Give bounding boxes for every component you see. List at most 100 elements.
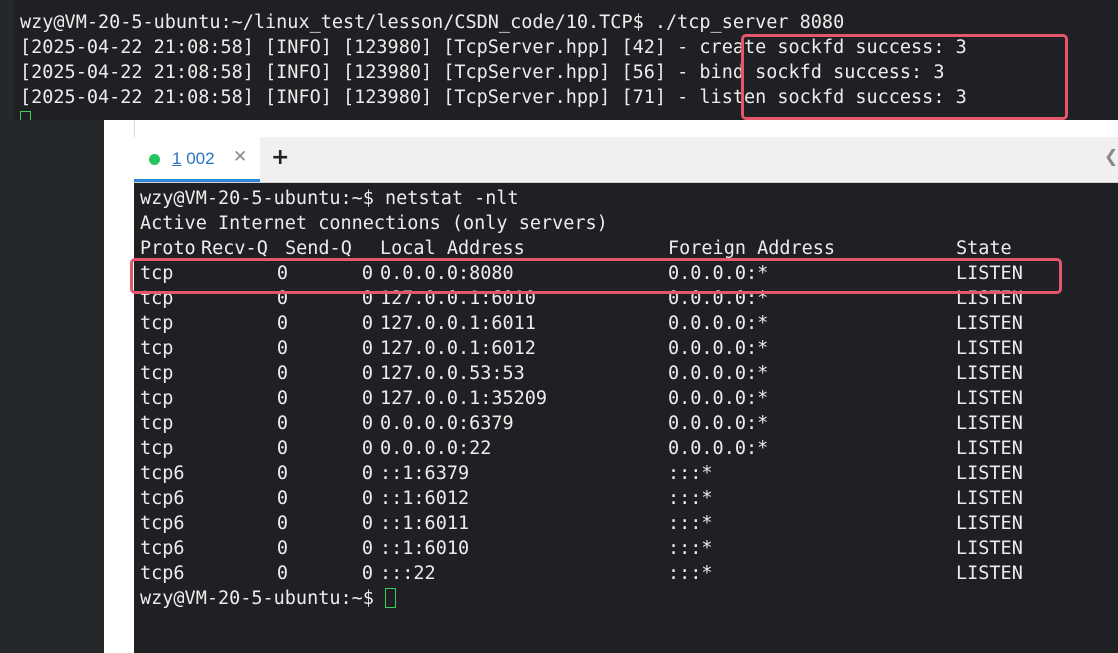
cell-foreign: :::*	[668, 538, 713, 559]
cell-recvq: 0	[276, 363, 288, 384]
cell-foreign: 0.0.0.0:*	[668, 438, 769, 459]
cell-state: LISTEN	[956, 538, 1023, 559]
cell-local: ::1:6011	[380, 513, 470, 534]
cell-state: LISTEN	[956, 413, 1023, 434]
table-row: tcp6 0 0::1:6379:::* LISTEN	[140, 461, 1110, 486]
plus-icon[interactable]: +	[271, 145, 289, 170]
cell-proto: tcp6	[140, 563, 185, 584]
cell-recvq: 0	[276, 513, 288, 534]
cell-proto: tcp	[140, 338, 174, 359]
cell-state: LISTEN	[956, 363, 1023, 384]
cell-proto: tcp	[140, 388, 174, 409]
cell-recvq: 0	[276, 488, 288, 509]
cell-sendq: 0	[361, 538, 373, 559]
cell-foreign: 0.0.0.0:*	[668, 363, 769, 384]
cell-local: 0.0.0.0:22	[380, 438, 492, 459]
cell-recvq: 0	[276, 438, 288, 459]
table-row: tcp6 0 0::1:6012:::* LISTEN	[140, 486, 1110, 511]
cell-recvq: 0	[276, 313, 288, 334]
table-row: tcp6 0 0::1:6011:::* LISTEN	[140, 511, 1110, 536]
log-prefix: [2025-04-22 21:08:58] [INFO] [123980] [T…	[20, 62, 700, 83]
cell-foreign: :::*	[668, 513, 713, 534]
client-terminal-window[interactable]: 1 002 ✕ + ❮ wzy@VM-20-5-ubuntu:~$ netsta…	[134, 137, 1118, 653]
cell-sendq: 0	[361, 563, 373, 584]
table-row: tcp6 0 0::1:6010:::* LISTEN	[140, 536, 1110, 561]
table-row: tcp6 0 0:::22:::* LISTEN	[140, 561, 1110, 586]
close-icon[interactable]: ✕	[233, 147, 247, 167]
cell-state: LISTEN	[956, 313, 1023, 334]
cell-sendq: 0	[361, 363, 373, 384]
cell-foreign: 0.0.0.0:*	[668, 313, 769, 334]
cell-state: LISTEN	[956, 388, 1023, 409]
tab-bar: 1 002 ✕ + ❮	[134, 137, 1118, 183]
cell-proto: tcp6	[140, 488, 185, 509]
tab-label: 1 002	[172, 149, 215, 169]
cell-sendq: 0	[361, 513, 373, 534]
command-line: wzy@VM-20-5-ubuntu:~$ netstat -nlt	[140, 188, 519, 209]
cell-foreign: :::*	[668, 563, 713, 584]
final-prompt-line: wzy@VM-20-5-ubuntu:~$	[140, 586, 396, 611]
cell-recvq: 0	[276, 463, 288, 484]
cell-sendq: 0	[361, 438, 373, 459]
cell-sendq: 0	[361, 413, 373, 434]
terminal-body[interactable]: wzy@VM-20-5-ubuntu:~$ netstat -nlt Activ…	[134, 183, 1118, 653]
cell-local: ::1:6010	[380, 538, 470, 559]
cell-proto: tcp6	[140, 463, 185, 484]
cell-proto: tcp	[140, 413, 174, 434]
window-gutter	[104, 120, 135, 653]
terminal-cursor	[20, 111, 31, 120]
cell-sendq: 0	[361, 488, 373, 509]
cell-recvq: 0	[276, 338, 288, 359]
table-row: tcp 0 0 127.0.0.53:53 0.0.0.0:* LISTEN	[140, 361, 1110, 386]
tab-title: 002	[181, 149, 215, 168]
terminal-cursor	[384, 588, 396, 608]
log-prefix: [2025-04-22 21:08:58] [INFO] [123980] [T…	[20, 87, 700, 108]
status-dot-icon	[149, 154, 160, 165]
cell-proto: tcp	[140, 363, 174, 384]
cell-foreign: 0.0.0.0:*	[668, 388, 769, 409]
cell-local: 127.0.0.53:53	[380, 363, 525, 384]
cell-recvq: 0	[276, 413, 288, 434]
cell-sendq: 0	[361, 463, 373, 484]
cell-proto: tcp6	[140, 513, 185, 534]
cell-recvq: 0	[276, 388, 288, 409]
cell-foreign: 0.0.0.0:*	[668, 338, 769, 359]
server-command-line: wzy@VM-20-5-ubuntu:~/linux_test/lesson/C…	[20, 12, 845, 33]
cell-proto: tcp	[140, 438, 174, 459]
tab-session-002[interactable]: 1 002 ✕	[134, 137, 260, 182]
cell-local: 0.0.0.0:6379	[380, 413, 514, 434]
log-prefix: [2025-04-22 21:08:58] [INFO] [123980] [T…	[20, 37, 700, 58]
cell-local: 127.0.0.1:35209	[380, 388, 548, 409]
cell-proto: tcp6	[140, 538, 185, 559]
table-row: tcp 0 0 0.0.0.0:6379 0.0.0.0:* LISTEN	[140, 411, 1110, 436]
cell-sendq: 0	[361, 388, 373, 409]
table-row: tcp 0 0 127.0.0.1:6011 0.0.0.0:* LISTEN	[140, 311, 1110, 336]
cell-state: LISTEN	[956, 463, 1023, 484]
cell-sendq: 0	[361, 313, 373, 334]
cell-local: 127.0.0.1:6012	[380, 338, 536, 359]
cell-local: ::1:6379	[380, 463, 470, 484]
cell-local: :::22	[380, 563, 436, 584]
cell-state: LISTEN	[956, 513, 1023, 534]
chevron-left-icon[interactable]: ❮	[1104, 147, 1118, 167]
cell-proto: tcp	[140, 313, 174, 334]
cell-state: LISTEN	[956, 488, 1023, 509]
table-row: tcp 0 0 0.0.0.0:22 0.0.0.0:* LISTEN	[140, 436, 1110, 461]
table-row: tcp 0 0 127.0.0.1:35209 0.0.0.0:* LISTEN	[140, 386, 1110, 411]
port-8080-highlight-box	[130, 258, 1062, 294]
cell-state: LISTEN	[956, 338, 1023, 359]
cell-local: 127.0.0.1:6011	[380, 313, 536, 334]
cell-state: LISTEN	[956, 438, 1023, 459]
cell-foreign: :::*	[668, 463, 713, 484]
cell-foreign: 0.0.0.0:*	[668, 413, 769, 434]
table-row: tcp 0 0 127.0.0.1:6012 0.0.0.0:* LISTEN	[140, 336, 1110, 361]
netstat-summary: Active Internet connections (only server…	[140, 213, 608, 234]
final-prompt: wzy@VM-20-5-ubuntu:~$	[140, 588, 374, 609]
cell-foreign: :::*	[668, 488, 713, 509]
cell-recvq: 0	[276, 538, 288, 559]
cell-recvq: 0	[276, 563, 288, 584]
cell-sendq: 0	[361, 338, 373, 359]
cell-local: ::1:6012	[380, 488, 470, 509]
cell-state: LISTEN	[956, 563, 1023, 584]
log-highlight-box	[741, 34, 1068, 120]
